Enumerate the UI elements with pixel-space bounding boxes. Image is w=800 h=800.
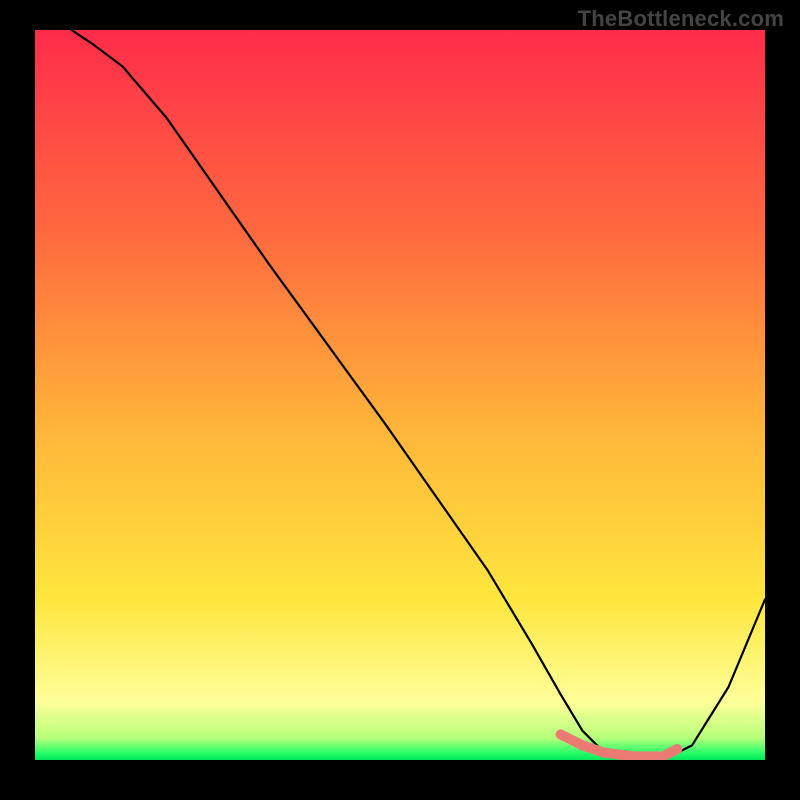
chart-plot xyxy=(35,30,765,760)
watermark: TheBottleneck.com xyxy=(578,6,784,32)
plot-background xyxy=(35,30,765,760)
chart-frame: TheBottleneck.com xyxy=(0,0,800,800)
